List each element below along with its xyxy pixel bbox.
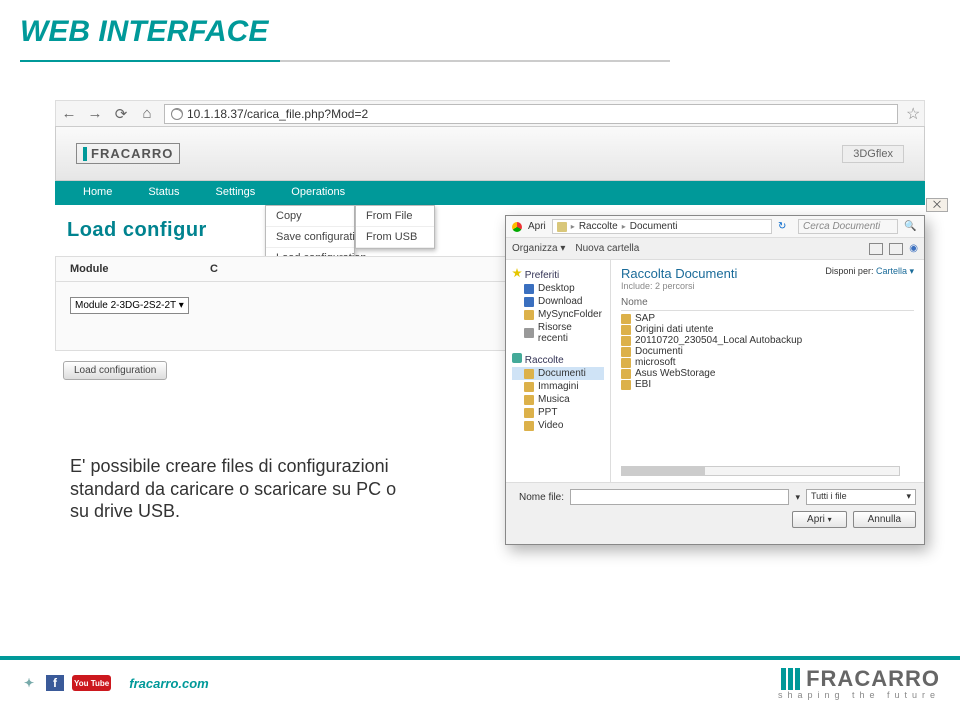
organize-button[interactable]: Organizza ▾ [512, 243, 565, 254]
globe-icon [171, 108, 183, 120]
folder-icon [557, 222, 567, 232]
dialog-nav: Preferiti Desktop Download MySyncFolder … [506, 260, 611, 482]
footer-logo: FRACARRO [778, 666, 940, 692]
brand-logo: FRACARRO [76, 143, 180, 164]
folder-ebi[interactable]: EBI [621, 379, 914, 390]
url-text: 10.1.18.37/carica_file.php?Mod=2 [187, 107, 368, 121]
nav-ppt[interactable]: PPT [512, 406, 604, 419]
th-module: Module [70, 263, 210, 275]
nav-mysync[interactable]: MySyncFolder [512, 308, 604, 321]
search-icon[interactable]: 🔍 [904, 221, 918, 232]
bookmark-icon[interactable]: ☆ [906, 104, 920, 124]
menu-settings[interactable]: Settings [198, 181, 274, 205]
folder-origini[interactable]: Origini dati utente [621, 324, 914, 335]
preview-icon[interactable] [889, 243, 903, 255]
star-icon [512, 268, 522, 278]
op-save[interactable]: Save configuration [266, 227, 354, 248]
th-choose: C [210, 263, 290, 275]
filename-input[interactable] [570, 489, 789, 505]
load-from-usb[interactable]: From USB [356, 227, 434, 248]
address-bar[interactable]: 10.1.18.37/carica_file.php?Mod=2 [164, 104, 898, 124]
nav-desktop[interactable]: Desktop [512, 282, 604, 295]
new-folder-button[interactable]: Nuova cartella [575, 243, 639, 254]
arrange-label: Disponi per: [825, 266, 873, 276]
menu-status[interactable]: Status [130, 181, 197, 205]
facebook-icon[interactable]: f [46, 675, 64, 691]
crumb-raccolte[interactable]: Raccolte [579, 221, 618, 232]
nav-recent[interactable]: Risorse recenti [512, 321, 604, 345]
crumb-documenti[interactable]: Documenti [630, 221, 678, 232]
nav-download[interactable]: Download [512, 295, 604, 308]
chrome-icon [512, 222, 522, 232]
nav-musica[interactable]: Musica [512, 393, 604, 406]
menu-home[interactable]: Home [65, 181, 130, 205]
op-copy[interactable]: Copy [266, 206, 354, 227]
load-submenu: From File From USB [355, 205, 435, 249]
view-icon[interactable] [869, 243, 883, 255]
dialog-footer: Nome file: ▾ Tutti i file▾ Apri ▾ Annull… [506, 482, 924, 544]
product-label: 3DGflex [842, 145, 904, 163]
dialog-search[interactable]: Cerca Documenti [798, 219, 898, 234]
folder-microsoft[interactable]: microsoft [621, 357, 914, 368]
twitter-icon[interactable]: ✦ [20, 675, 38, 691]
youtube-icon[interactable]: You Tube [72, 675, 111, 691]
h-scrollbar[interactable] [621, 466, 900, 478]
dialog-toolbar: Organizza ▾ Nuova cartella ◉ [506, 238, 924, 260]
home-icon[interactable]: ⌂ [138, 105, 156, 123]
nav-documenti[interactable]: Documenti [512, 367, 604, 380]
cancel-button[interactable]: Annulla [853, 511, 916, 528]
folder-sap[interactable]: SAP [621, 313, 914, 324]
arrange-value[interactable]: Cartella ▾ [876, 266, 914, 276]
browser-toolbar: ← → ⟳ ⌂ 10.1.18.37/carica_file.php?Mod=2… [55, 100, 925, 126]
reload-icon[interactable]: ⟳ [112, 105, 130, 123]
filetype-select[interactable]: Tutti i file▾ [806, 489, 916, 505]
list-subheading: Include: 2 percorsi [621, 281, 914, 291]
nav-immagini[interactable]: Immagini [512, 380, 604, 393]
module-select[interactable]: Module 2-3DG-2S2-2T ▾ [70, 297, 189, 314]
main-menu: Home Status Settings Operations Copy Sav… [55, 181, 925, 205]
dialog-titlebar: Apri ▸ Raccolte ▸ Documenti ↻ Cerca Docu… [506, 216, 924, 238]
dialog-title: Apri [528, 221, 546, 232]
folder-autobackup[interactable]: 20110720_230504_Local Autobackup [621, 335, 914, 346]
breadcrumb[interactable]: ▸ Raccolte ▸ Documenti [552, 219, 772, 234]
load-config-button[interactable]: Load configuration [63, 361, 167, 380]
dialog-close-icon[interactable]: ⨉ [926, 198, 948, 212]
footer-tagline: shaping the future [778, 690, 940, 700]
slide-body-text: E' possibile creare files di configurazi… [70, 455, 490, 523]
site-link[interactable]: fracarro.com [129, 676, 208, 691]
back-icon[interactable]: ← [60, 105, 78, 123]
nav-video[interactable]: Video [512, 419, 604, 432]
nav-libraries-header: Raccolte [525, 355, 564, 366]
slide-footer: ✦ f You Tube fracarro.com FRACARRO shapi… [0, 656, 960, 706]
column-name[interactable]: Nome [621, 295, 914, 311]
help-icon[interactable]: ◉ [909, 243, 918, 254]
load-from-file[interactable]: From File [356, 206, 434, 227]
title-underline [20, 60, 670, 62]
filename-label: Nome file: [514, 492, 564, 503]
folder-documenti[interactable]: Documenti [621, 346, 914, 357]
slide-title: WEB INTERFACE [20, 15, 268, 49]
open-button[interactable]: Apri ▾ [792, 511, 847, 528]
folder-asus[interactable]: Asus WebStorage [621, 368, 914, 379]
refresh-icon[interactable]: ↻ [778, 221, 792, 232]
menu-operations[interactable]: Operations [273, 181, 363, 205]
app-header: FRACARRO 3DGflex [55, 126, 925, 181]
nav-favorites-header: Preferiti [525, 270, 559, 281]
forward-icon[interactable]: → [86, 105, 104, 123]
dialog-filelist: Raccolta Documenti Include: 2 percorsi D… [611, 260, 924, 482]
library-icon [512, 353, 522, 363]
file-open-dialog: ⨉ Apri ▸ Raccolte ▸ Documenti ↻ Cerca Do… [505, 215, 925, 545]
